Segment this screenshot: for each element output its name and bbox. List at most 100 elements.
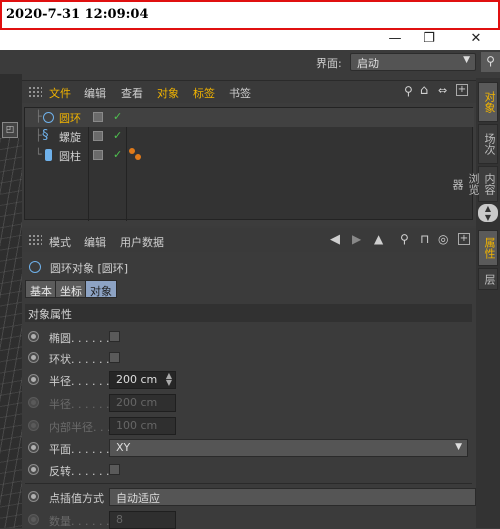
tab-attributes[interactable]: 属性 (478, 230, 498, 266)
search-icon[interactable]: ⚲ (400, 232, 409, 246)
layer-icon[interactable] (93, 112, 103, 122)
viewport-layout-icon[interactable]: ◰ (2, 122, 18, 138)
count-value: 8 (116, 513, 123, 526)
plane-value: XY (116, 441, 131, 454)
tab-basic[interactable]: 基本 (25, 280, 57, 298)
tab-objects[interactable]: 对象 (478, 82, 498, 122)
menu-file[interactable]: 文件 (49, 85, 71, 101)
minimize-icon[interactable]: — (380, 30, 410, 50)
menu-view[interactable]: 查看 (121, 85, 143, 101)
ring-checkbox[interactable] (109, 352, 120, 363)
radius2-value: 200 cm (116, 396, 158, 409)
layer-icon[interactable] (93, 150, 103, 160)
animate-radio[interactable] (28, 464, 39, 475)
close-icon[interactable]: ✕ (461, 30, 491, 50)
radius-value: 200 cm (116, 373, 158, 386)
restore-icon[interactable]: ❐ (414, 30, 444, 50)
tab-takes[interactable]: 场次 (478, 124, 498, 164)
divider (25, 483, 472, 484)
animate-radio[interactable] (28, 374, 39, 385)
cylinder-icon (45, 149, 52, 161)
torus-icon (29, 261, 41, 273)
animate-radio (28, 397, 39, 408)
up-arrow-icon[interactable]: ▲ (374, 232, 383, 246)
animate-radio[interactable] (28, 331, 39, 342)
radius2-label: 半径. . . . . . (49, 398, 110, 411)
new-window-icon[interactable]: + (458, 233, 470, 245)
menu-edit[interactable]: 编辑 (84, 85, 106, 101)
layout-select-value: 启动 (357, 57, 379, 70)
object-row[interactable]: ├ § 螺旋 ✓ (25, 127, 474, 146)
right-tab-strip: 对象 场次 内容浏览器 ▲ ▼ 属性 层 (451, 78, 500, 528)
plane-select[interactable]: XY ▼ (109, 439, 468, 457)
back-arrow-icon[interactable]: ◀ (330, 232, 340, 247)
object-title: 圆环对象 [圆环] (50, 262, 129, 275)
plane-label: 平面. . . . . . (49, 443, 110, 456)
menu-edit[interactable]: 编辑 (84, 234, 106, 250)
search-icon[interactable]: ⚲ (481, 52, 500, 72)
radius-field[interactable]: 200 cm ▲ ▼ (109, 371, 176, 389)
animate-radio (28, 420, 39, 431)
search-icon[interactable]: ⚲ (404, 84, 413, 98)
panel-grip-icon[interactable] (28, 234, 42, 246)
lock-icon[interactable]: ⊓ (420, 232, 429, 246)
reverse-checkbox[interactable] (109, 464, 120, 475)
tree-line: ├ (35, 129, 42, 142)
tab-content-browser[interactable]: 内容浏览器 (451, 166, 498, 202)
menu-tags[interactable]: 标签 (193, 85, 215, 101)
object-row[interactable]: ├ 圆环 ✓ (25, 108, 474, 127)
count-field: 8 (109, 511, 176, 529)
new-window-icon[interactable]: + (456, 84, 468, 96)
chevron-down-icon: ▼ (463, 55, 470, 65)
target-icon[interactable]: ◎ (438, 232, 448, 246)
home-icon[interactable]: ⌂ (420, 83, 428, 98)
object-name[interactable]: 圆环 (59, 110, 81, 126)
torus-icon (43, 112, 54, 123)
tree-line: ├ (35, 110, 42, 123)
viewport-grid (0, 138, 22, 528)
helix-icon: § (42, 128, 49, 143)
animate-radio[interactable] (28, 352, 39, 363)
interpolation-select[interactable]: 自动适应 (109, 488, 476, 506)
layer-icon[interactable] (93, 131, 103, 141)
arrows-icon[interactable]: ⇔ (438, 84, 447, 97)
object-name[interactable]: 圆柱 (59, 148, 81, 164)
ellipse-checkbox[interactable] (109, 331, 120, 342)
enabled-check-icon[interactable]: ✓ (113, 148, 122, 161)
chevron-down-icon: ▼ (455, 442, 462, 452)
object-manager-menubar: 文件 编辑 查看 对象 标签 书签 ⚲ ⌂ ⇔ + (22, 81, 476, 103)
animate-radio[interactable] (28, 491, 39, 502)
object-row[interactable]: └ 圆柱 ✓ (25, 146, 474, 165)
enabled-check-icon[interactable]: ✓ (113, 129, 122, 142)
animate-radio (28, 514, 39, 525)
stepper-icon[interactable]: ▲ ▼ (166, 372, 172, 387)
reverse-label: 反转. . . . . . (49, 465, 110, 478)
tab-object[interactable]: 对象 (85, 280, 117, 298)
count-label: 数量. . . . . . (49, 515, 110, 528)
attribute-manager-panel: 模式 编辑 用户数据 ◀ ▶ ▲ ⚲ ⊓ ◎ + 圆环对象 [圆环] 基本 坐标… (22, 228, 476, 529)
ring-label: 环状. . . . . . (49, 353, 110, 366)
inner-radius-field: 100 cm (109, 417, 176, 435)
tab-layers[interactable]: 层 (478, 268, 498, 290)
inner-radius-value: 100 cm (116, 419, 158, 432)
phong-tag-icon[interactable] (135, 154, 141, 160)
layout-bar: 界面: 启动 ▼ (0, 50, 500, 74)
phong-tag-icon[interactable] (129, 148, 135, 154)
attribute-manager-menubar: 模式 编辑 用户数据 ◀ ▶ ▲ ⚲ ⊓ ◎ + (22, 228, 476, 252)
tab-coordinates[interactable]: 坐标 (55, 280, 87, 298)
enabled-check-icon[interactable]: ✓ (113, 110, 122, 123)
viewport-edge (0, 74, 22, 528)
layout-select[interactable]: 启动 ▼ (350, 53, 476, 71)
section-header: 对象属性 (25, 304, 472, 322)
animate-radio[interactable] (28, 442, 39, 453)
panel-grip-icon[interactable] (28, 86, 42, 98)
menu-mode[interactable]: 模式 (49, 234, 71, 250)
menu-user-data[interactable]: 用户数据 (120, 234, 164, 250)
menu-object[interactable]: 对象 (157, 85, 179, 101)
forward-arrow-icon[interactable]: ▶ (352, 232, 361, 246)
scroll-tabs-icon[interactable]: ▲ ▼ (478, 204, 498, 222)
timestamp-label: 2020-7-31 12:09:04 (0, 0, 500, 30)
object-list[interactable]: ├ 圆环 ✓ ├ § 螺旋 ✓ └ 圆柱 ✓ (24, 107, 474, 221)
object-name[interactable]: 螺旋 (59, 129, 81, 145)
menu-bookmarks[interactable]: 书签 (229, 85, 251, 101)
